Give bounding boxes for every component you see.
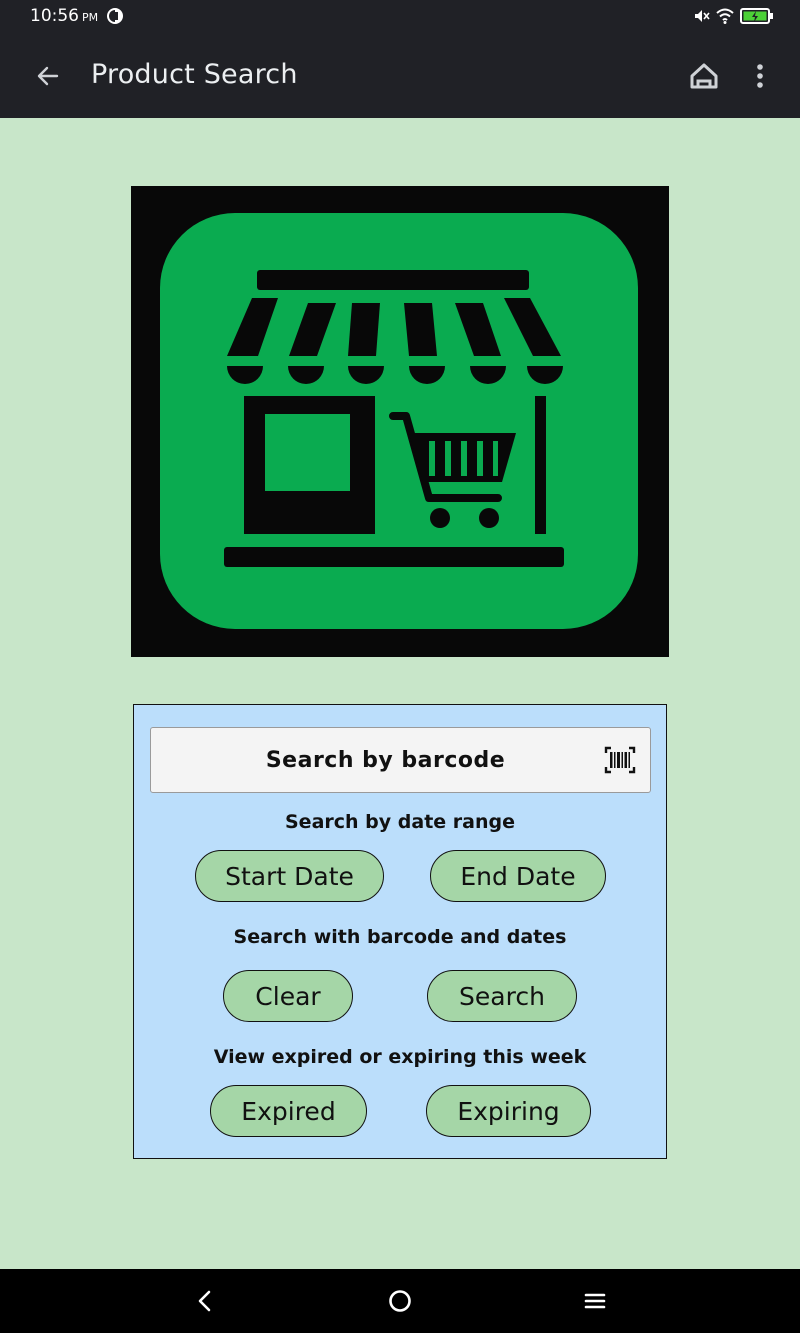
barcode-scan-icon[interactable] bbox=[604, 746, 636, 774]
back-button[interactable] bbox=[30, 58, 66, 94]
storefront-cart-icon bbox=[160, 213, 638, 629]
clear-button[interactable]: Clear bbox=[223, 970, 353, 1022]
home-button[interactable] bbox=[688, 60, 720, 92]
store-logo bbox=[131, 186, 669, 657]
wifi-icon bbox=[716, 8, 734, 24]
more-options-button[interactable] bbox=[744, 60, 776, 92]
nav-home-button[interactable] bbox=[384, 1285, 416, 1317]
app-notification-icon bbox=[107, 8, 123, 24]
end-date-button[interactable]: End Date bbox=[430, 850, 606, 902]
status-icons bbox=[692, 7, 774, 25]
more-vert-icon bbox=[757, 64, 763, 88]
barcode-search-input[interactable] bbox=[151, 728, 650, 792]
start-date-button[interactable]: Start Date bbox=[195, 850, 384, 902]
status-ampm: PM bbox=[82, 11, 99, 24]
mute-icon bbox=[695, 10, 710, 22]
search-panel: Search by date range Start Date End Date… bbox=[133, 704, 667, 1159]
status-time-value: 10:56 bbox=[30, 6, 79, 26]
barcode-search-field[interactable] bbox=[150, 727, 651, 793]
menu-lines-icon bbox=[584, 1293, 606, 1309]
system-nav-bar bbox=[0, 1269, 800, 1333]
home-icon bbox=[690, 63, 718, 89]
search-button[interactable]: Search bbox=[427, 970, 577, 1022]
nav-recents-button[interactable] bbox=[579, 1285, 611, 1317]
battery-icon bbox=[740, 8, 773, 24]
arrow-left-icon bbox=[37, 66, 59, 86]
app-bar: Product Search bbox=[0, 32, 800, 118]
status-time: 10:56 PM bbox=[30, 6, 98, 26]
page-title: Product Search bbox=[91, 59, 298, 90]
expired-button[interactable]: Expired bbox=[210, 1085, 367, 1137]
date-range-label: Search by date range bbox=[285, 811, 515, 833]
status-bar: 10:56 PM bbox=[0, 0, 800, 32]
chevron-left-icon bbox=[198, 1290, 211, 1312]
circle-home-icon bbox=[389, 1290, 411, 1312]
expiring-button[interactable]: Expiring bbox=[426, 1085, 591, 1137]
combined-search-label: Search with barcode and dates bbox=[233, 926, 567, 948]
expiry-label: View expired or expiring this week bbox=[213, 1046, 587, 1068]
nav-back-button[interactable] bbox=[189, 1285, 221, 1317]
